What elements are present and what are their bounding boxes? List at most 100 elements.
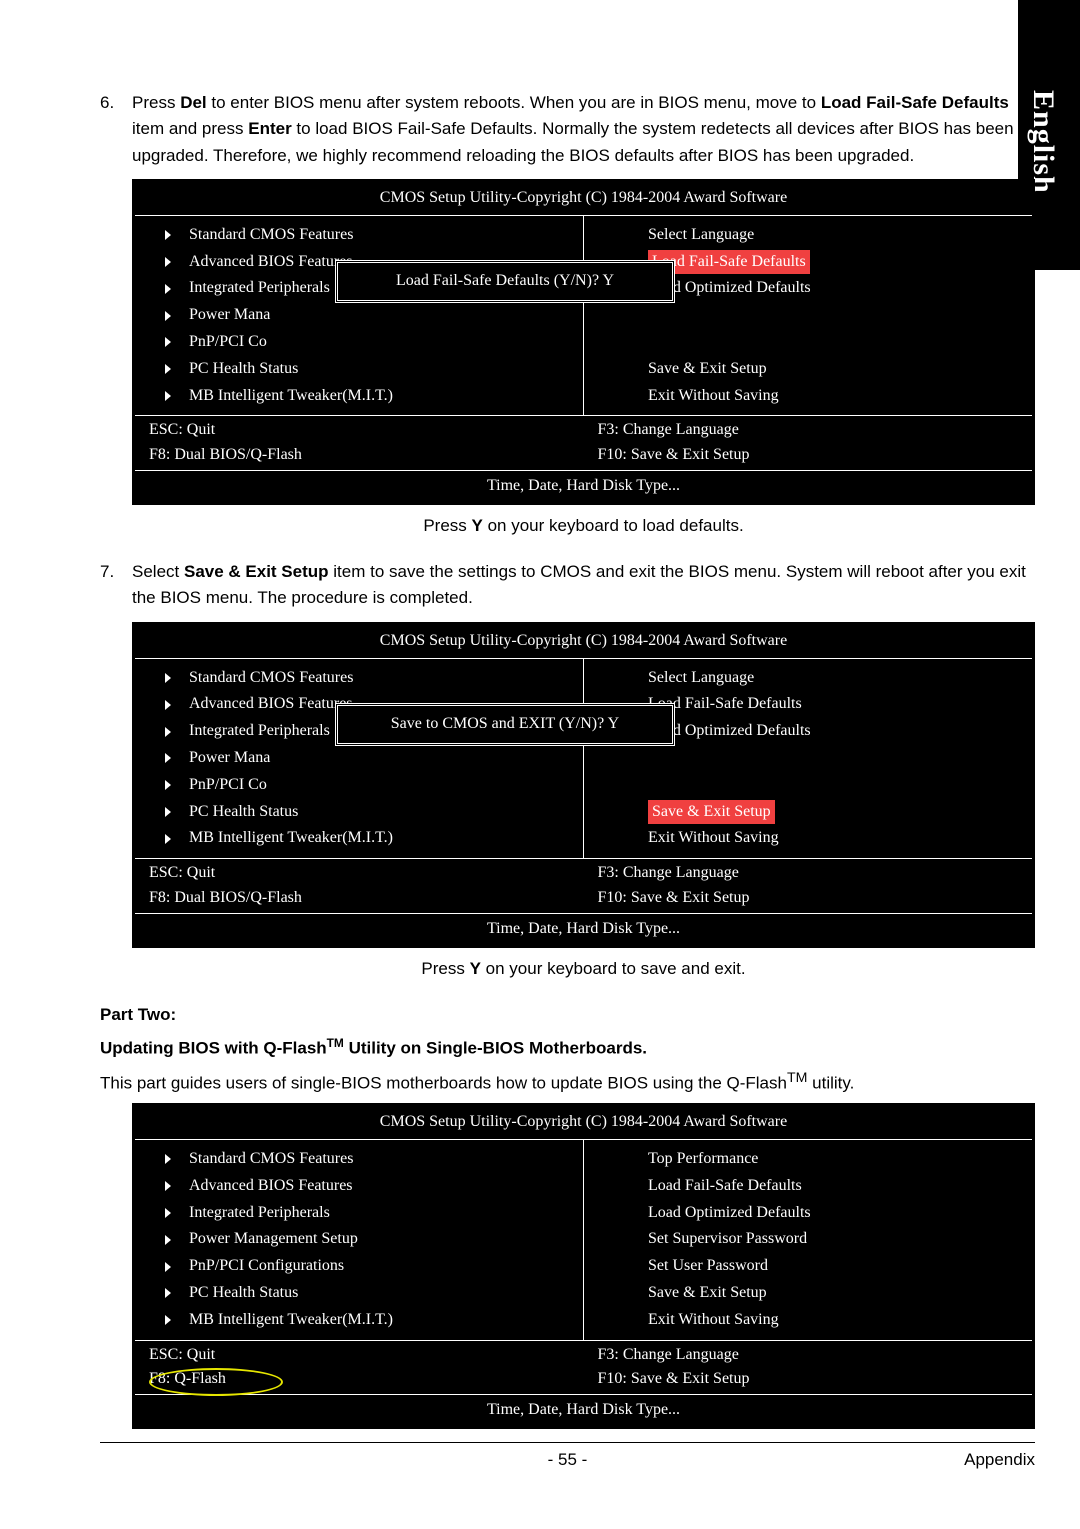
bios-menu-item[interactable]: Set Supervisor Password [584,1226,1032,1253]
bios-menu-item[interactable]: Standard CMOS Features [135,665,583,692]
bios-key-hint: F8: Dual BIOS/Q-Flash [149,443,570,468]
bios-menu-item[interactable]: PC Health Status [135,1280,583,1307]
bios-left-column: Standard CMOS Features Advanced BIOS Fea… [135,216,584,416]
bios-screenshot-2: CMOS Setup Utility-Copyright (C) 1984-20… [132,622,1035,948]
bios-left-column: Standard CMOS Features Advanced BIOS Fea… [135,1140,584,1340]
step-text: Select Save & Exit Setup item to save th… [132,559,1035,612]
bios-key-hint: F3: Change Language [598,861,1019,886]
caption-2: Press Y on your keyboard to save and exi… [132,956,1035,982]
bios-menu-item[interactable]: Set User Password [584,1253,1032,1280]
bios-key-hint: F10: Save & Exit Setup [598,1367,1019,1392]
menu-arrow-icon [165,391,171,401]
bios-menu-columns: Standard CMOS Features Advanced BIOS Fea… [135,659,1032,859]
part-two-header: Part Two: [100,1002,1035,1028]
part-two-section: Part Two: Updating BIOS with Q-FlashTM U… [100,1002,1035,1097]
bios-menu-item[interactable]: Power Mana [135,302,583,329]
menu-arrow-icon [165,700,171,710]
bios-menu-columns: Standard CMOS Features Advanced BIOS Fea… [135,216,1032,416]
bios-menu-item[interactable]: Save & Exit Setup [584,1280,1032,1307]
bios-menu-item[interactable]: MB Intelligent Tweaker(M.I.T.) [135,383,583,410]
bios-status-line: Time, Date, Hard Disk Type... [135,470,1032,502]
bios-title: CMOS Setup Utility-Copyright (C) 1984-20… [135,182,1032,216]
bios-help-bar: ESC: Quit F8: Dual BIOS/Q-Flash F3: Chan… [135,415,1032,470]
bios-key-hint: F3: Change Language [598,1343,1019,1368]
bios-title: CMOS Setup Utility-Copyright (C) 1984-20… [135,1106,1032,1140]
bios-menu-item[interactable]: PC Health Status [135,356,583,383]
bios-menu-item[interactable]: PnP/PCI Configurations [135,1253,583,1280]
menu-arrow-icon [165,230,171,240]
bios-key-hint: F8: Dual BIOS/Q-Flash [149,886,570,911]
bios-status-line: Time, Date, Hard Disk Type... [135,913,1032,945]
bios-prompt-dialog[interactable]: Load Fail-Safe Defaults (Y/N)? Y [335,260,675,303]
bios-menu-item[interactable]: Select Language [584,665,1032,692]
page-footer: - 55 - Appendix [100,1442,1035,1473]
bios-key-hint: ESC: Quit [149,418,570,443]
bios-menu-item[interactable]: Exit Without Saving [584,383,1032,410]
page-number: - 55 - [100,1447,1035,1473]
instruction-list: 6. Press Del to enter BIOS menu after sy… [100,90,1035,169]
menu-arrow-icon [165,780,171,790]
menu-arrow-icon [165,807,171,817]
menu-arrow-icon [165,284,171,294]
bios-menu-item[interactable]: Exit Without Saving [584,1307,1032,1334]
bios-menu-item-blank [584,329,1032,356]
menu-arrow-icon [165,1315,171,1325]
bios-menu-item[interactable]: Integrated Peripherals [135,1200,583,1227]
bios-right-column: Top Performance Load Fail-Safe Defaults … [584,1140,1032,1340]
bios-key-hint: ESC: Quit [149,1343,570,1368]
bios-menu-item[interactable]: MB Intelligent Tweaker(M.I.T.) [135,825,583,852]
bios-menu-item-selected[interactable]: Save & Exit Setup [648,800,775,825]
step-number: 6. [100,90,132,169]
menu-arrow-icon [165,1181,171,1191]
bios-menu-item[interactable]: Select Language [584,222,1032,249]
bios-menu-columns: Standard CMOS Features Advanced BIOS Fea… [135,1140,1032,1340]
bios-menu-item-blank [584,745,1032,772]
document-page: English 6. Press Del to enter BIOS menu … [0,0,1080,1529]
bios-menu-item[interactable]: Power Mana [135,745,583,772]
menu-arrow-icon [165,1262,171,1272]
bios-menu-item[interactable]: Load Fail-Safe Defaults [584,1173,1032,1200]
menu-arrow-icon [165,257,171,267]
bios-menu-item[interactable]: Power Management Setup [135,1226,583,1253]
menu-arrow-icon [165,1288,171,1298]
menu-arrow-icon [165,673,171,683]
bios-right-column: Select Language Load Fail-Safe Defaults … [584,216,1032,416]
step-7: 7. Select Save & Exit Setup item to save… [100,559,1035,612]
bios-help-bar: ESC: Quit F8: Q-Flash F3: Change Languag… [135,1340,1032,1395]
bios-menu-item[interactable]: Standard CMOS Features [135,222,583,249]
menu-arrow-icon [165,834,171,844]
bios-menu-item[interactable]: Save & Exit Setup [584,356,1032,383]
bios-title: CMOS Setup Utility-Copyright (C) 1984-20… [135,625,1032,659]
bios-right-column: Select Language Load Fail-Safe Defaults … [584,659,1032,859]
bios-menu-item[interactable]: Advanced BIOS Features [135,1173,583,1200]
part-two-body: This part guides users of single-BIOS mo… [100,1068,1035,1097]
bios-key-hint: F3: Change Language [598,418,1019,443]
step-number: 7. [100,559,132,612]
menu-arrow-icon [165,337,171,347]
menu-arrow-icon [165,311,171,321]
bios-key-hint: F10: Save & Exit Setup [598,443,1019,468]
bios-menu-item-blank [584,772,1032,799]
bios-prompt-dialog[interactable]: Save to CMOS and EXIT (Y/N)? Y [335,703,675,746]
caption-1: Press Y on your keyboard to load default… [132,513,1035,539]
bios-key-hint: F10: Save & Exit Setup [598,886,1019,911]
bios-menu-item[interactable]: Load Optimized Defaults [584,1200,1032,1227]
menu-arrow-icon [165,1154,171,1164]
bios-key-hint: ESC: Quit [149,861,570,886]
bios-menu-item[interactable]: Standard CMOS Features [135,1146,583,1173]
bios-menu-item[interactable]: PnP/PCI Co [135,772,583,799]
bios-left-column: Standard CMOS Features Advanced BIOS Fea… [135,659,584,859]
bios-menu-item[interactable]: PC Health Status [135,799,583,826]
bios-help-bar: ESC: Quit F8: Dual BIOS/Q-Flash F3: Chan… [135,858,1032,913]
instruction-list: 7. Select Save & Exit Setup item to save… [100,559,1035,612]
menu-arrow-icon [165,753,171,763]
bios-menu-item-blank [584,302,1032,329]
bios-menu-item[interactable]: Exit Without Saving [584,825,1032,852]
bios-menu-item[interactable]: PnP/PCI Co [135,329,583,356]
bios-menu-item[interactable]: Top Performance [584,1146,1032,1173]
bios-menu-item[interactable]: MB Intelligent Tweaker(M.I.T.) [135,1307,583,1334]
menu-arrow-icon [165,1235,171,1245]
part-two-subheader: Updating BIOS with Q-FlashTM Utility on … [100,1034,1035,1062]
bios-key-hint: F8: Q-Flash [149,1367,570,1392]
bios-screenshot-3: CMOS Setup Utility-Copyright (C) 1984-20… [132,1103,1035,1429]
